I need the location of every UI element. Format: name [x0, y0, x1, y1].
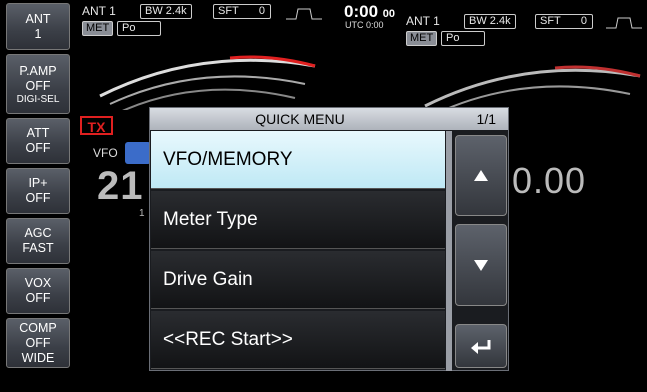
ant-button-value: 1 — [34, 26, 42, 41]
sft-value-sub: 0 — [580, 15, 587, 27]
comp-button-sub: WIDE — [21, 350, 55, 365]
tx-indicator: TX — [80, 116, 113, 135]
agc-button-value: FAST — [22, 241, 54, 255]
att-button-label: ATT — [26, 126, 50, 140]
comp-button-label: COMP — [19, 320, 57, 335]
scrollbar-thumb[interactable] — [446, 131, 452, 371]
scrollbar[interactable] — [446, 131, 452, 371]
vox-button-value: OFF — [25, 291, 51, 305]
menu-item-vfo-memory[interactable]: VFO/MEMORY — [151, 131, 445, 189]
preamp-button-value: OFF — [25, 78, 51, 93]
scroll-up-button[interactable] — [455, 135, 507, 216]
bw-indicator-sub: BW 2.4k — [464, 14, 516, 29]
utc-clock: UTC 0:00 — [345, 20, 384, 30]
ant-button-label: ANT — [25, 11, 51, 26]
triangle-up-icon — [474, 170, 488, 181]
att-button-value: OFF — [25, 141, 51, 155]
clock-seconds: 00 — [382, 8, 396, 20]
sft-indicator-main: SFT 0 — [213, 4, 271, 19]
preamp-button-label: P.AMP — [19, 63, 57, 78]
sft-label-main: SFT — [218, 5, 239, 17]
vfo-label: VFO — [93, 146, 118, 160]
return-button[interactable] — [455, 324, 507, 368]
ant-button[interactable]: ANT 1 — [6, 3, 70, 50]
quick-menu-dialog: QUICK MENU 1/1 VFO/MEMORY Meter Type Dri… — [149, 107, 509, 371]
agc-button[interactable]: AGC FAST — [6, 218, 70, 264]
scroll-down-button[interactable] — [455, 224, 507, 306]
sft-indicator-sub: SFT 0 — [535, 14, 593, 29]
vox-button-label: VOX — [24, 276, 52, 290]
triangle-down-icon — [474, 259, 488, 271]
ip-plus-button-value: OFF — [25, 191, 51, 205]
clock: 0:00 00 — [344, 2, 395, 22]
ant-label-main: ANT 1 — [82, 4, 116, 18]
sft-label-sub: SFT — [540, 15, 561, 27]
return-arrow-icon — [471, 340, 491, 354]
sidebar: ANT 1 P.AMP OFF DIGI-SEL ATT OFF IP+ OFF… — [0, 0, 73, 392]
preamp-button[interactable]: P.AMP OFF DIGI-SEL — [6, 54, 70, 114]
met-badge-main: MET — [82, 21, 114, 36]
comp-button-value: OFF — [25, 335, 51, 350]
quick-menu-titlebar: QUICK MENU 1/1 — [150, 108, 508, 130]
agc-button-label: AGC — [24, 226, 52, 240]
vox-button[interactable]: VOX OFF — [6, 268, 70, 314]
menu-item-drive-gain[interactable]: Drive Gain — [151, 251, 445, 309]
frequency-main: 21 — [97, 164, 144, 208]
frequency-sub: 0.00 — [512, 160, 587, 201]
ip-plus-button[interactable]: IP+ OFF — [6, 168, 70, 214]
met-mode-sub: Po — [441, 31, 485, 46]
sft-value-main: 0 — [258, 5, 265, 17]
quick-menu-page: 1/1 — [476, 111, 496, 127]
filter-shape-icon — [286, 8, 322, 20]
comp-button[interactable]: COMP OFF WIDE — [6, 318, 70, 368]
vfo-tab[interactable] — [125, 142, 151, 164]
met-badge-sub: MET — [406, 31, 438, 46]
filter-shape-icon-sub — [606, 17, 642, 29]
analog-meter-main — [99, 55, 316, 110]
clock-time: 0:00 — [344, 2, 379, 21]
bw-indicator-main: BW 2.4k — [140, 4, 192, 19]
met-mode-main: Po — [117, 21, 161, 36]
quick-menu-title: QUICK MENU — [255, 111, 345, 127]
menu-item-rec-start[interactable]: <<REC Start>> — [151, 311, 445, 369]
att-button[interactable]: ATT OFF — [6, 118, 70, 164]
ip-plus-button-label: IP+ — [28, 176, 48, 190]
preamp-button-sub: DIGI-SEL — [16, 93, 60, 105]
frequency-small: 1 — [139, 208, 145, 219]
ant-label-sub: ANT 1 — [406, 14, 440, 28]
menu-item-meter-type[interactable]: Meter Type — [151, 191, 445, 249]
